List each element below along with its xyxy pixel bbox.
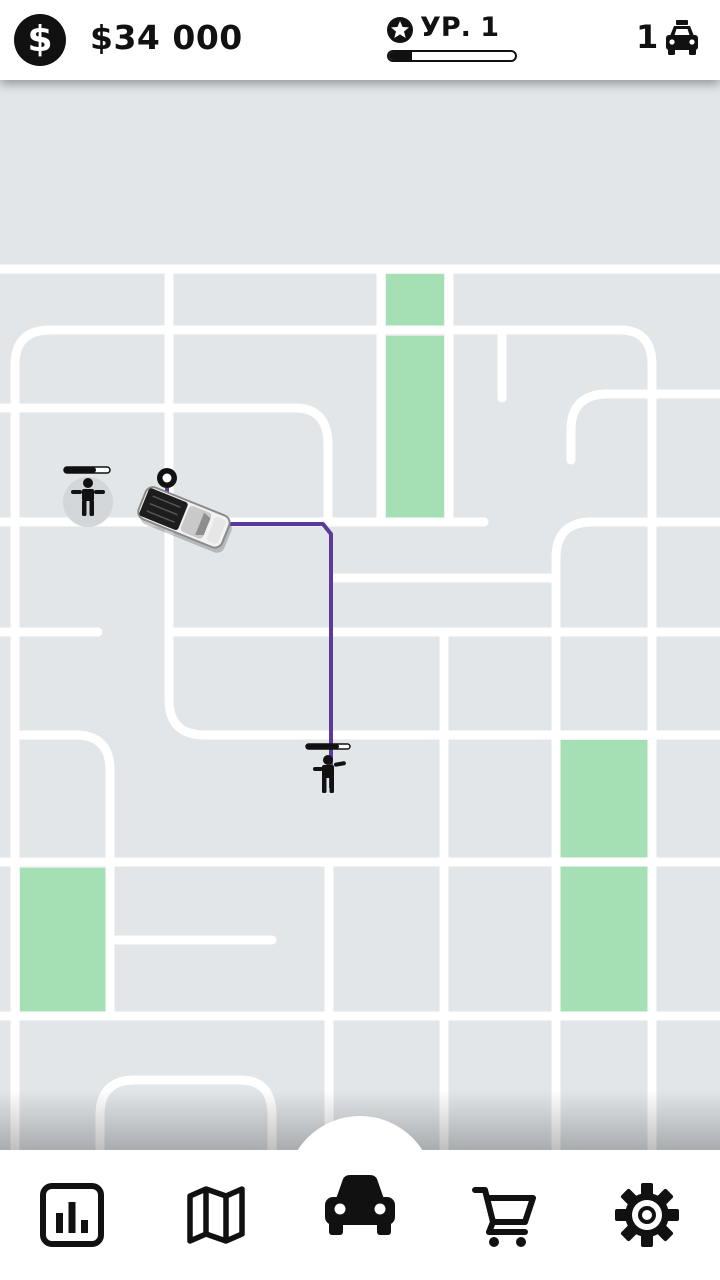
park (560, 740, 648, 1012)
car-count: 1 (636, 18, 659, 56)
shopping-cart-icon (472, 1187, 536, 1247)
dollar-icon: $ (14, 14, 66, 66)
map-icon (187, 1186, 245, 1244)
taxi-icon (666, 20, 698, 55)
money-counter: $34 000 (90, 18, 243, 57)
xp-progress-fill (389, 52, 412, 60)
level-label: УР. 1 (420, 12, 500, 43)
patience-fill (64, 467, 96, 473)
shop-button[interactable] (468, 1180, 540, 1250)
settings-button[interactable] (610, 1178, 684, 1252)
park (386, 336, 444, 518)
top-bar: $ $34 000 УР. 1 1 (0, 0, 720, 80)
park (20, 868, 106, 1012)
xp-progress-bar (387, 50, 517, 62)
patience-fill (306, 744, 339, 749)
map-button[interactable] (180, 1180, 252, 1250)
car-icon (325, 1175, 395, 1235)
gear-icon (615, 1183, 679, 1247)
garage-button[interactable] (318, 1168, 402, 1242)
city-map[interactable] (0, 80, 720, 1150)
stats-button[interactable] (36, 1180, 108, 1250)
star-badge-icon (387, 17, 413, 43)
park (386, 274, 444, 326)
bar-chart-icon (40, 1183, 104, 1247)
